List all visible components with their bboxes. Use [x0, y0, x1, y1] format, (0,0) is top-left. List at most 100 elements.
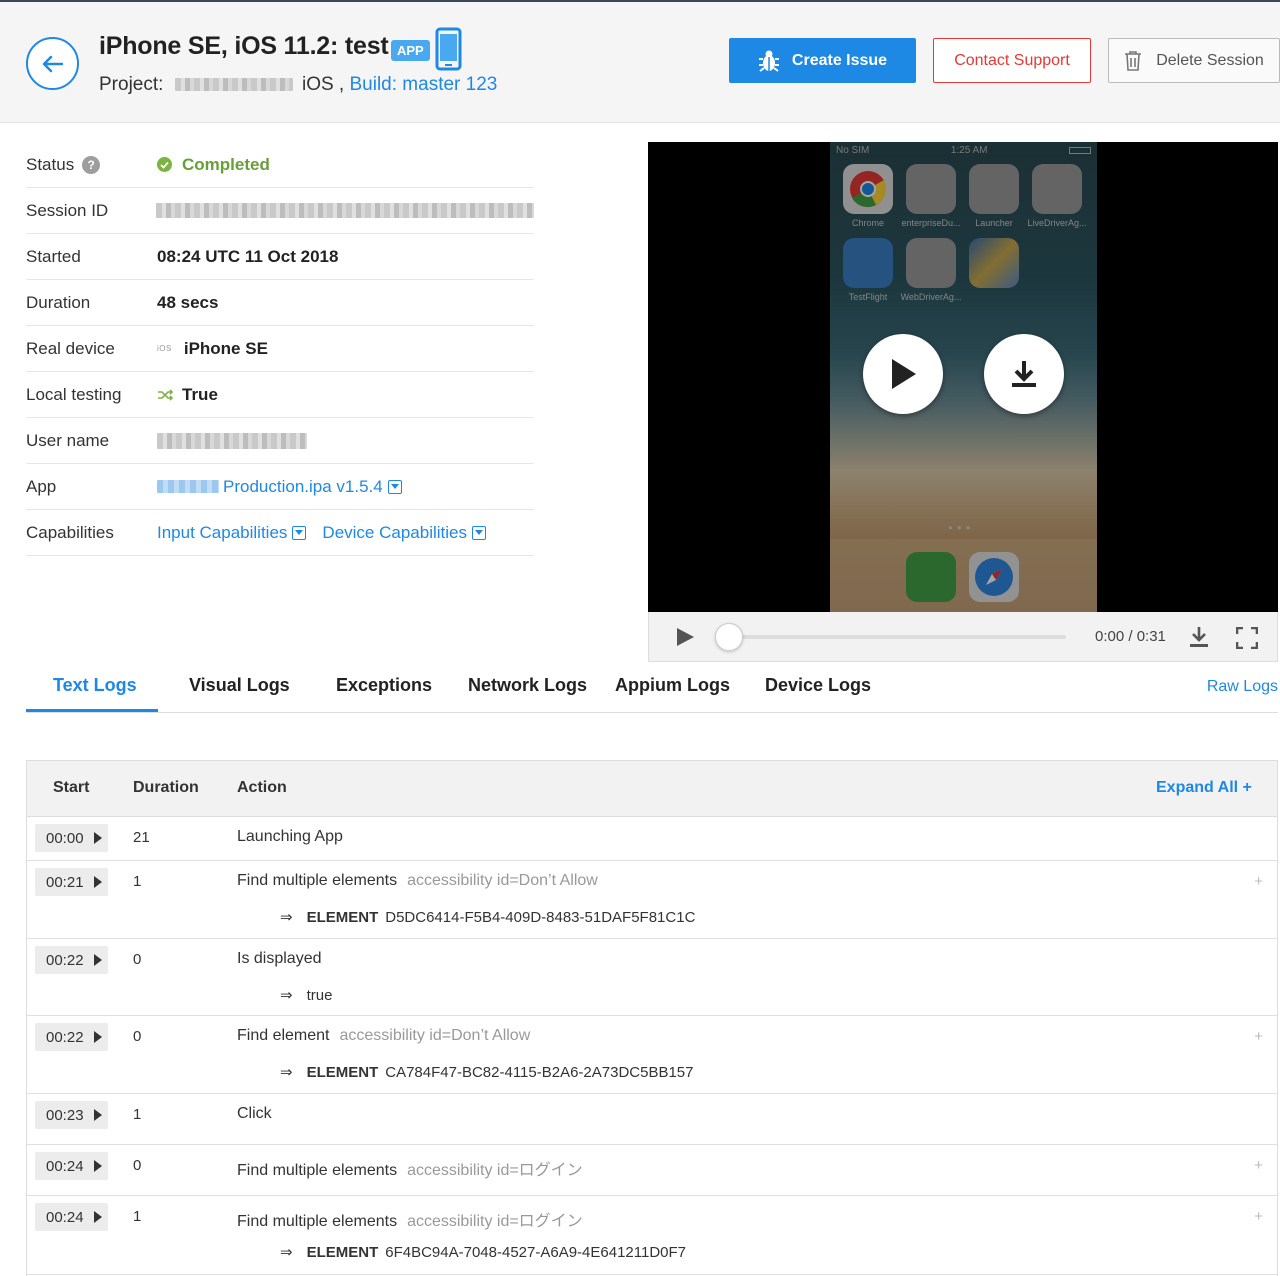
- expand-all-button[interactable]: Expand All +: [1156, 779, 1252, 797]
- log-row: 00:21 1 Find multiple elements accessibil…: [27, 861, 1277, 939]
- seek-button[interactable]: 00:21: [35, 868, 108, 896]
- expand-row-button[interactable]: +: [1254, 1157, 1263, 1174]
- user-name-redacted: [157, 432, 307, 449]
- info-row-local: Local testing True: [26, 372, 534, 418]
- tab-appium-logs[interactable]: Appium Logs: [615, 675, 730, 696]
- expand-row-button[interactable]: +: [1254, 873, 1263, 890]
- expand-row-button[interactable]: +: [1254, 1028, 1263, 1045]
- col-action: Action: [237, 779, 287, 796]
- device-label: Real device: [26, 338, 115, 358]
- play-icon[interactable]: [675, 627, 695, 647]
- started-value: 08:24 UTC 11 Oct 2018: [157, 246, 339, 266]
- play-video-button[interactable]: [863, 334, 943, 414]
- app-value: Production.ipa v1.5.4: [223, 476, 383, 496]
- help-icon[interactable]: ?: [82, 155, 101, 174]
- raw-logs-link[interactable]: Raw Logs: [1207, 678, 1278, 696]
- col-duration: Duration: [133, 779, 199, 796]
- device-value-wrap: iOS iPhone SE: [157, 339, 268, 359]
- seek-button[interactable]: 00:00: [35, 824, 108, 852]
- tab-exceptions[interactable]: Exceptions: [336, 675, 432, 696]
- info-row-user: User name: [26, 418, 534, 464]
- seek-button[interactable]: 00:22: [35, 946, 108, 974]
- play-icon: [93, 1211, 102, 1223]
- expand-row-button[interactable]: +: [1254, 1208, 1263, 1225]
- local-label: Local testing: [26, 384, 122, 404]
- build-link[interactable]: Build: master 123: [350, 74, 498, 95]
- app-badge: APP: [391, 40, 430, 61]
- tab-visual-logs[interactable]: Visual Logs: [189, 675, 290, 696]
- device-value: iPhone SE: [183, 338, 268, 358]
- play-icon: [892, 359, 916, 389]
- log-selector: accessibility id=Don’t Allow: [339, 1027, 531, 1044]
- log-action: Is displayed: [237, 950, 322, 967]
- text-logs-table: Start Duration Action Expand All + 00:00…: [26, 760, 1278, 1276]
- started-label: Started: [26, 246, 81, 266]
- log-result: ⇒ ELEMENT 6F4BC94A-7048-4527-A6A9-4E641211…: [280, 1244, 687, 1261]
- tab-network-logs[interactable]: Network Logs: [468, 675, 587, 696]
- log-duration: 1: [133, 1208, 142, 1225]
- project-line: Project: iOS , Build: master 123: [99, 74, 497, 96]
- user-label: User name: [26, 430, 110, 450]
- app-name-redacted: [157, 480, 219, 493]
- back-arrow-icon: [42, 55, 63, 72]
- download-icon: [1012, 361, 1036, 387]
- download-video-button[interactable]: [984, 334, 1064, 414]
- ios-tag: iOS: [157, 344, 172, 353]
- logs-table-header: Start Duration Action Expand All +: [27, 761, 1277, 817]
- play-icon: [93, 954, 102, 966]
- info-row-device: Real device iOS iPhone SE: [26, 326, 534, 372]
- dropdown-icon: [387, 479, 402, 494]
- project-label: Project:: [99, 74, 164, 95]
- tab-text-logs[interactable]: Text Logs: [53, 675, 137, 696]
- seek-button[interactable]: 00:23: [35, 1101, 108, 1129]
- log-duration: 0: [133, 1157, 142, 1174]
- create-issue-button[interactable]: Create Issue: [729, 38, 916, 83]
- log-duration: 1: [133, 1106, 142, 1123]
- session-id-label: Session ID: [26, 200, 109, 220]
- log-result: ⇒ true: [280, 987, 333, 1004]
- log-action: Find multiple elements accessibility id=D…: [237, 872, 598, 889]
- delete-session-button[interactable]: Delete Session: [1108, 38, 1280, 83]
- download-icon[interactable]: [1189, 626, 1209, 648]
- delete-session-label: Delete Session: [1156, 51, 1264, 69]
- log-duration: 1: [133, 873, 142, 890]
- trash-icon: [1125, 50, 1142, 71]
- back-button[interactable]: [26, 37, 79, 90]
- input-capabilities-dropdown[interactable]: Input Capabilities: [157, 522, 307, 543]
- app-label: App: [26, 476, 57, 496]
- contact-support-label: Contact Support: [954, 51, 1070, 69]
- active-tab-indicator: [26, 709, 158, 712]
- log-row: 00:22 0 Find element accessibility id=Don…: [27, 1016, 1277, 1094]
- log-action: Find multiple elements accessibility id=ロ…: [237, 1162, 583, 1179]
- video-scrubber[interactable]: [729, 635, 1066, 639]
- session-info-table: Status ? Completed Session ID Started 08…: [26, 142, 534, 556]
- info-row-app: App Production.ipa v1.5.4: [26, 464, 534, 510]
- app-dropdown[interactable]: Production.ipa v1.5.4: [157, 477, 402, 497]
- dropdown-icon: [472, 525, 486, 540]
- fullscreen-icon[interactable]: [1236, 627, 1258, 649]
- contact-support-button[interactable]: Contact Support: [933, 38, 1091, 83]
- video-controls: 0:00 / 0:31: [648, 612, 1278, 662]
- log-duration: 21: [133, 829, 150, 846]
- seek-button[interactable]: 00:22: [35, 1023, 108, 1051]
- status-value: Completed: [157, 155, 270, 175]
- seek-button[interactable]: 00:24: [35, 1203, 108, 1231]
- session-id-redacted: [156, 203, 534, 218]
- seek-button[interactable]: 00:24: [35, 1152, 108, 1180]
- capabilities-label: Capabilities: [26, 522, 114, 542]
- play-icon: [93, 1160, 102, 1172]
- device-capabilities-dropdown[interactable]: Device Capabilities: [322, 523, 486, 543]
- session-video[interactable]: No SIM 1:25 AM Chrome enterpriseDu... La…: [648, 142, 1278, 612]
- log-duration: 0: [133, 951, 142, 968]
- col-start: Start: [53, 779, 90, 796]
- device-capabilities-label: Device Capabilities: [322, 522, 467, 542]
- phone-icon: [435, 27, 462, 71]
- log-result: ⇒ ELEMENT D5DC6414-F5B4-409D-8483-51DAF5F8…: [280, 909, 696, 926]
- bug-icon: [758, 50, 779, 72]
- log-row: 00:22 0 Is displayed ⇒ true: [27, 939, 1277, 1016]
- scrubber-handle[interactable]: [715, 623, 743, 651]
- input-capabilities-label: Input Capabilities: [157, 522, 288, 542]
- log-row: 00:23 1 Click: [27, 1094, 1277, 1145]
- tab-device-logs[interactable]: Device Logs: [765, 675, 871, 696]
- duration-label: Duration: [26, 292, 91, 312]
